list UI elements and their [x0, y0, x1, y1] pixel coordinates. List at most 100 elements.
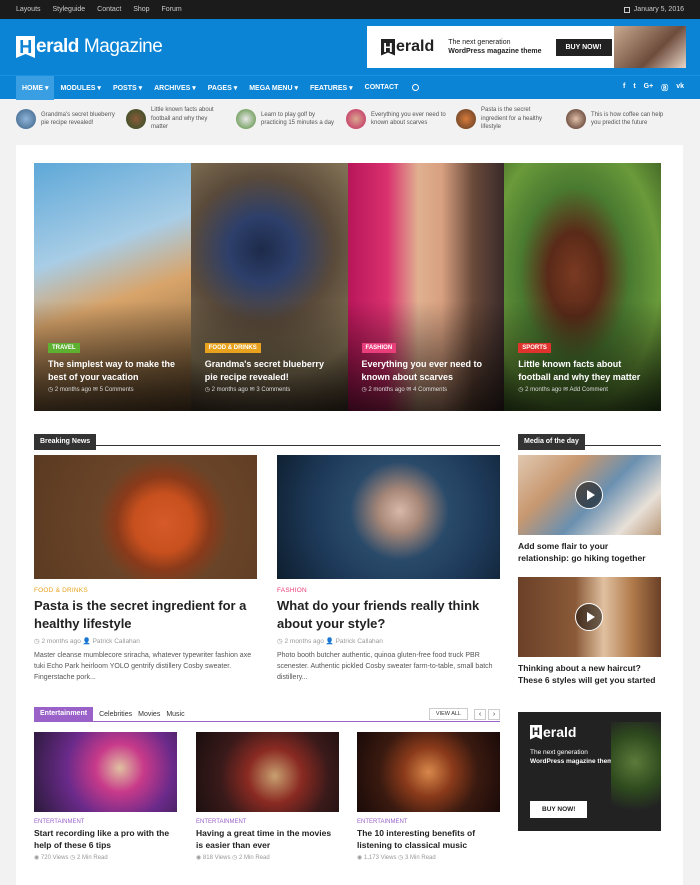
post-title[interactable]: Having a great time in the movies is eas…: [196, 827, 339, 852]
banner-buy-button[interactable]: BUY NOW!: [555, 38, 612, 56]
banner-image: [614, 26, 686, 68]
media-item[interactable]: Thinking about a new haircut? These 6 st…: [518, 577, 661, 687]
hero-card[interactable]: FOOD & DRINKS Grandma's secret blueberry…: [190, 163, 348, 411]
ad-line1: The next generation: [530, 749, 588, 756]
category-badge[interactable]: SPORTS: [518, 343, 551, 353]
tab-entertainment[interactable]: Entertainment: [34, 706, 94, 722]
nav-item-archives[interactable]: ARCHIVES ▾: [148, 76, 202, 100]
twitter-icon[interactable]: t: [633, 83, 635, 93]
nav-item-modules[interactable]: MODULES ▾: [54, 76, 106, 100]
post-title[interactable]: Start recording like a pro with the help…: [34, 827, 177, 852]
entertainment-post[interactable]: ENTERTAINMENT Start recording like a pro…: [34, 732, 177, 861]
post-category[interactable]: FASHION: [277, 587, 500, 594]
hero-overlay: [190, 301, 348, 411]
category-badge[interactable]: TRAVEL: [48, 343, 80, 353]
hero-card[interactable]: TRAVEL The simplest way to make the best…: [34, 163, 191, 411]
ticker-item[interactable]: Learn to play golf by practicing 15 minu…: [236, 109, 336, 129]
tab-music[interactable]: Music: [166, 711, 184, 718]
ticker-item[interactable]: Everything you ever need to known about …: [346, 109, 446, 129]
dribbble-icon[interactable]: Ⓑ: [661, 83, 668, 93]
media-image[interactable]: [518, 455, 661, 535]
post-image[interactable]: [34, 732, 177, 812]
category-badge[interactable]: FOOD & DRINKS: [204, 343, 261, 353]
entertainment-header: Entertainment Celebrities Movies Music V…: [34, 706, 500, 722]
post-image[interactable]: [277, 455, 500, 579]
hero-card[interactable]: SPORTS Little known facts about football…: [504, 163, 661, 411]
top-link-layouts[interactable]: Layouts: [16, 6, 41, 13]
ticker-item[interactable]: Grandma's secret blueberry pie recipe re…: [16, 109, 116, 129]
hero-overlay: [347, 301, 505, 411]
entertainment-post[interactable]: ENTERTAINMENT The 10 interesting benefit…: [357, 732, 500, 861]
hero-title[interactable]: Grandma's secret blueberry pie recipe re…: [205, 358, 337, 383]
breaking-news-title: Breaking News: [34, 434, 97, 450]
breaking-post[interactable]: FASHION What do your friends really thin…: [277, 455, 500, 684]
hero-title[interactable]: Little known facts about football and wh…: [518, 358, 650, 383]
site-logo[interactable]: H erald Magazine: [16, 36, 163, 58]
header-ad-banner[interactable]: H erald The next generation WordPress ma…: [367, 26, 686, 68]
top-link-contact[interactable]: Contact: [97, 6, 121, 13]
post-title[interactable]: Pasta is the secret ingredient for a hea…: [34, 597, 257, 632]
ticker-thumb: [566, 109, 586, 129]
hero-title[interactable]: Everything you ever need to known about …: [362, 358, 494, 383]
next-arrow-icon[interactable]: ›: [488, 708, 500, 720]
top-link-shop[interactable]: Shop: [133, 6, 149, 13]
hero-overlay: [34, 301, 191, 411]
post-image[interactable]: [357, 732, 500, 812]
nav-item-contact[interactable]: CONTACT: [359, 76, 405, 100]
banner-logo-h: H: [381, 38, 395, 56]
post-meta: ◷ 2 months ago 👤 Patrick Callahan: [277, 638, 383, 646]
media-of-day-title: Media of the day: [518, 434, 585, 450]
ticker-item[interactable]: Pasta is the secret ingredient for a hea…: [456, 106, 556, 131]
post-image[interactable]: [196, 732, 339, 812]
logo-h-mark: H: [16, 36, 35, 58]
banner-logo-text: erald: [396, 38, 435, 55]
post-title[interactable]: The 10 interesting benefits of listening…: [357, 827, 500, 852]
ticker-text: Grandma's secret blueberry pie recipe re…: [41, 111, 115, 126]
nav-item-posts[interactable]: POSTS ▾: [107, 76, 148, 100]
top-link-forum[interactable]: Forum: [162, 6, 182, 13]
breaking-post[interactable]: FOOD & DRINKS Pasta is the secret ingred…: [34, 455, 257, 684]
tab-celebrities[interactable]: Celebrities: [99, 711, 132, 718]
post-category[interactable]: FOOD & DRINKS: [34, 587, 257, 594]
camera-icon[interactable]: [575, 603, 603, 631]
entertainment-post[interactable]: ENTERTAINMENT Having a great time in the…: [196, 732, 339, 861]
search-icon[interactable]: [412, 84, 420, 91]
nav-item-home[interactable]: HOME ▾: [16, 75, 55, 100]
nav-item-features[interactable]: FEATURES ▾: [304, 76, 359, 100]
nav-item-mega-menu[interactable]: MEGA MENU ▾: [243, 76, 304, 100]
category-badge[interactable]: FASHION: [361, 343, 397, 353]
ad-buy-button[interactable]: BUY NOW!: [530, 801, 588, 818]
media-image[interactable]: [518, 577, 661, 657]
facebook-icon[interactable]: f: [623, 83, 625, 93]
post-category[interactable]: ENTERTAINMENT: [357, 819, 500, 825]
main-nav: HOME ▾ MODULES ▾ POSTS ▾ ARCHIVES ▾ PAGE…: [0, 75, 700, 100]
google-plus-icon[interactable]: G+: [644, 83, 654, 93]
view-all-button[interactable]: VIEW ALL: [428, 708, 468, 720]
play-icon[interactable]: [575, 481, 603, 509]
post-title[interactable]: What do your friends really think about …: [277, 597, 500, 632]
media-title[interactable]: Thinking about a new haircut? These 6 st…: [518, 662, 661, 687]
sidebar-ad[interactable]: H erald The next generation WordPress ma…: [518, 712, 661, 831]
ticker-item[interactable]: Little known facts about football and wh…: [126, 106, 226, 131]
media-item[interactable]: Add some flair to your relationship: go …: [518, 455, 661, 565]
hero-meta: ◷ 2 months ago ✉ 5 Comments: [48, 387, 134, 393]
banner-text: The next generation WordPress magazine t…: [448, 38, 541, 57]
calendar-icon: [623, 6, 630, 13]
nav-item-pages[interactable]: PAGES ▾: [202, 76, 243, 100]
media-title[interactable]: Add some flair to your relationship: go …: [518, 540, 661, 565]
post-category[interactable]: ENTERTAINMENT: [196, 819, 339, 825]
post-image[interactable]: [34, 455, 257, 579]
top-link-styleguide[interactable]: Styleguide: [52, 6, 85, 13]
ticker-item[interactable]: This is how coffee can help you predict …: [566, 109, 666, 129]
tab-movies[interactable]: Movies: [138, 711, 160, 718]
hero-title[interactable]: The simplest way to make the best of you…: [48, 358, 180, 383]
prev-arrow-icon[interactable]: ‹: [474, 708, 486, 720]
vk-icon[interactable]: vk: [676, 83, 684, 93]
nav-items: HOME ▾ MODULES ▾ POSTS ▾ ARCHIVES ▾ PAGE…: [16, 75, 420, 100]
banner-line1: The next generation: [448, 38, 511, 46]
post-category[interactable]: ENTERTAINMENT: [34, 819, 177, 825]
hero-card[interactable]: FASHION Everything you ever need to know…: [347, 163, 505, 411]
ad-plant-image: [611, 722, 661, 822]
top-date: January 5, 2016: [623, 6, 684, 13]
ticker-text: Learn to play golf by practicing 15 minu…: [261, 111, 335, 126]
